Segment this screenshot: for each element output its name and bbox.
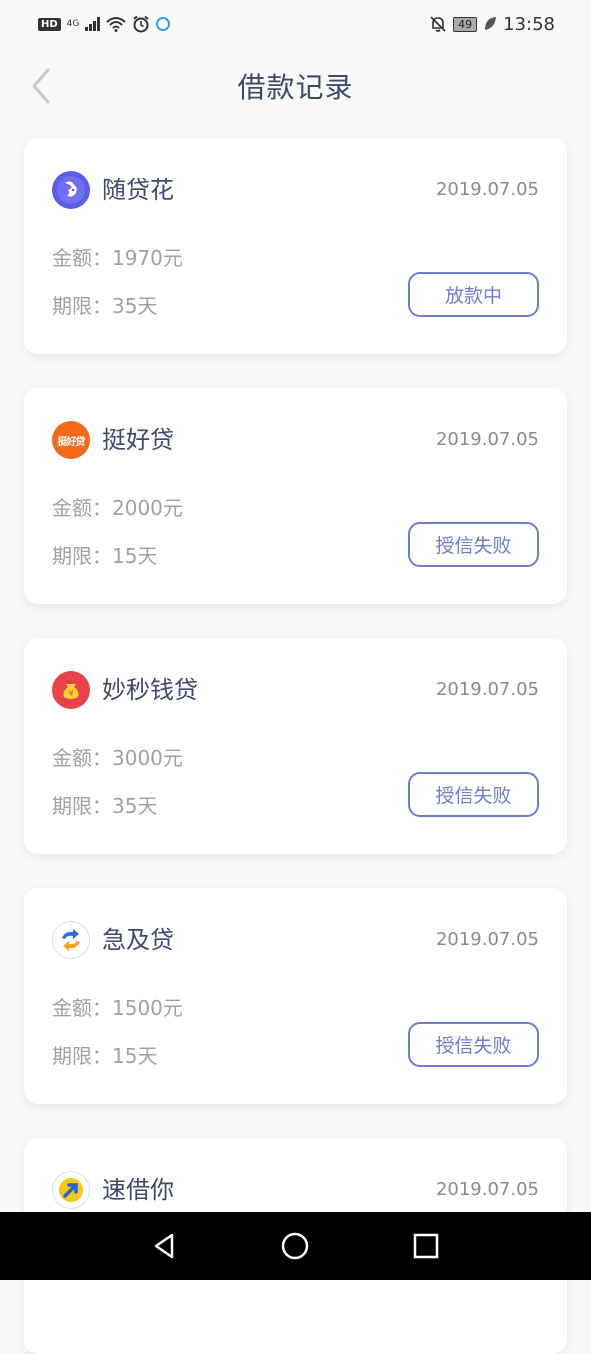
leaf-icon: [485, 17, 497, 30]
clock: 13:58: [503, 13, 555, 35]
loan-amount: 金额：2000元: [52, 496, 183, 520]
tinghaodai-logo-icon: 挺好贷: [52, 421, 90, 459]
nav-header: 借款记录: [0, 48, 591, 124]
app-name: 随贷花: [102, 176, 174, 204]
loan-amount: 金额：1970元: [52, 246, 183, 270]
battery-indicator: 49: [453, 16, 478, 32]
loan-date: 2019.07.05: [435, 429, 539, 450]
system-nav-bar: [0, 1212, 591, 1280]
status-right: 49 13:58: [429, 14, 555, 35]
loan-card[interactable]: ¥ 妙秒钱贷 2019.07.05 金额：3000元 期限：35天 授信失败: [24, 638, 567, 854]
loan-card[interactable]: 急及贷 2019.07.05 金额：1500元 期限：15天 授信失败: [24, 888, 567, 1104]
app-name: 妙秒钱贷: [102, 676, 198, 704]
loan-status-button[interactable]: 授信失败: [408, 772, 539, 817]
hd-badge: HD: [38, 17, 61, 31]
app-name: 速借你: [102, 1176, 174, 1204]
back-arrow-icon[interactable]: [24, 66, 64, 106]
loan-amount: 金额：1500元: [52, 996, 183, 1020]
loan-date: 2019.07.05: [435, 1179, 539, 1200]
logo-text: 挺好贷: [57, 436, 86, 448]
loan-date: 2019.07.05: [435, 179, 539, 200]
loan-amount: 金额：3000元: [52, 746, 183, 770]
loan-term: 期限：35天: [52, 294, 158, 318]
loan-status-button[interactable]: 放款中: [408, 272, 539, 317]
app-name: 急及贷: [102, 926, 174, 954]
signal-icon: [85, 17, 101, 31]
recents-square-icon[interactable]: [411, 1231, 441, 1261]
app-notification-icon: [156, 17, 171, 31]
loan-status-button[interactable]: 授信失败: [408, 522, 539, 567]
status-bar: HD 4G 49 13:58: [0, 0, 591, 48]
back-triangle-icon[interactable]: [150, 1231, 180, 1261]
app-name: 挺好贷: [102, 426, 174, 454]
exchange-logo-icon: [52, 921, 90, 959]
svg-text:¥: ¥: [68, 689, 73, 698]
loan-term: 期限：15天: [52, 544, 158, 568]
bell-off-icon: [430, 16, 446, 32]
loan-card[interactable]: 随贷花 2019.07.05 金额：1970元 期限：35天 放款中: [24, 138, 567, 354]
rabbit-logo-icon: [52, 171, 90, 209]
loan-status-button[interactable]: 授信失败: [408, 1022, 539, 1067]
wifi-icon: [106, 17, 127, 32]
loan-card[interactable]: 挺好贷 挺好贷 2019.07.05 金额：2000元 期限：15天 授信失败: [24, 388, 567, 604]
arrow-logo-icon: [52, 1171, 90, 1209]
loan-term: 期限：15天: [52, 1044, 158, 1068]
loan-date: 2019.07.05: [435, 679, 539, 700]
home-circle-icon[interactable]: [280, 1231, 310, 1261]
money-bag-logo-icon: ¥: [52, 671, 90, 709]
network-type: 4G: [66, 19, 80, 29]
status-left: HD 4G: [38, 15, 171, 33]
alarm-icon: [133, 15, 150, 33]
page-title: 借款记录: [237, 71, 354, 104]
loan-term: 期限：35天: [52, 794, 158, 818]
loan-date: 2019.07.05: [435, 929, 539, 950]
